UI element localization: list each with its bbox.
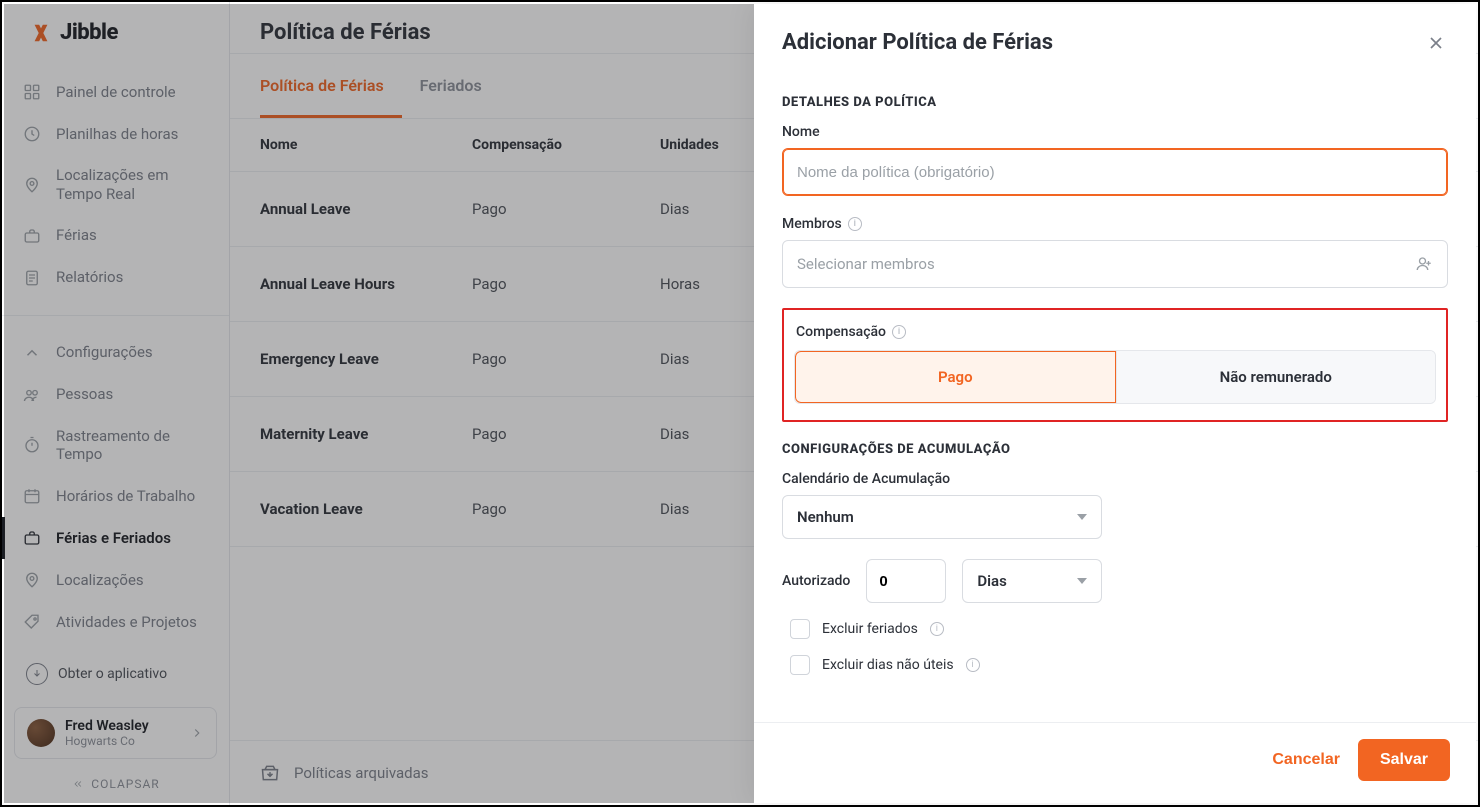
entitled-unit-value: Dias	[977, 572, 1006, 590]
report-icon	[22, 268, 42, 288]
sidebar-item-people[interactable]: Pessoas	[2, 374, 229, 416]
members-select[interactable]: Selecionar membros	[782, 240, 1448, 288]
collapse-label: COLAPSAR	[91, 777, 159, 791]
calendar-clock-icon	[22, 486, 42, 506]
accrual-calendar-value: Nenhum	[797, 508, 854, 526]
exclude-holidays-label: Excluir feriados	[822, 621, 918, 637]
collapse-button[interactable]: COLAPSAR	[2, 767, 229, 805]
add-person-icon	[1415, 255, 1433, 273]
user-org: Hogwarts Co	[65, 734, 149, 748]
sidebar-item-time-off-top[interactable]: Férias	[2, 215, 229, 257]
download-icon	[26, 663, 48, 685]
briefcase-icon	[22, 528, 42, 548]
sidebar-item-label: Localizações em Tempo Real	[56, 166, 209, 204]
briefcase-icon	[22, 226, 42, 246]
chevron-right-icon	[190, 726, 204, 740]
sidebar-item-organization[interactable]: Organização	[2, 643, 229, 653]
sidebar-item-live-locations[interactable]: Localizações em Tempo Real	[2, 155, 229, 215]
sidebar-item-label: Horários de Trabalho	[56, 487, 195, 506]
sidebar-item-dashboard[interactable]: Painel de controle	[2, 71, 229, 113]
compensation-segmented: Pago Não remunerado	[794, 350, 1436, 404]
info-icon[interactable]: i	[966, 658, 980, 672]
sidebar-item-label: Planilhas de horas	[56, 125, 178, 144]
policy-name-input[interactable]	[782, 148, 1448, 196]
accrual-calendar-label: Calendário de Acumulação	[782, 471, 1448, 487]
sidebar-item-time-off-holidays[interactable]: Férias e Feriados	[2, 517, 229, 559]
save-button[interactable]: Salvar	[1358, 739, 1450, 781]
chevron-up-icon	[22, 343, 42, 363]
pin-icon	[22, 175, 42, 195]
exclude-holidays-checkbox[interactable]	[790, 619, 810, 639]
chevron-down-icon	[1077, 578, 1087, 584]
sidebar-item-work-schedules[interactable]: Horários de Trabalho	[2, 475, 229, 517]
compensation-unpaid-option[interactable]: Não remunerado	[1116, 351, 1436, 403]
sidebar: Jibble Painel de controle Planilhas de h…	[2, 2, 230, 805]
info-icon[interactable]: i	[930, 622, 944, 636]
exclude-non-working-checkbox[interactable]	[790, 655, 810, 675]
logo-text: Jibble	[60, 20, 118, 45]
get-app-label: Obter o aplicativo	[58, 666, 167, 682]
get-app-button[interactable]: Obter o aplicativo	[14, 653, 217, 695]
user-name: Fred Weasley	[65, 718, 149, 734]
sidebar-item-activities-projects[interactable]: Atividades e Projetos	[2, 601, 229, 643]
stopwatch-icon	[22, 435, 42, 455]
accrual-calendar-select[interactable]: Nenhum	[782, 495, 1102, 539]
members-placeholder: Selecionar membros	[797, 255, 935, 273]
exclude-non-working-label: Excluir dias não úteis	[822, 657, 954, 673]
people-icon	[22, 385, 42, 405]
tag-icon	[22, 612, 42, 632]
compensation-paid-option[interactable]: Pago	[795, 351, 1116, 403]
tab-holidays[interactable]: Feriados	[402, 54, 500, 118]
clock-icon	[22, 124, 42, 144]
pin-icon	[22, 570, 42, 590]
entitled-value-input[interactable]	[866, 559, 946, 603]
sidebar-item-settings[interactable]: Configurações	[2, 332, 229, 374]
compensation-label: Compensação i	[794, 324, 1436, 340]
logo-icon	[30, 22, 52, 44]
sidebar-item-timesheets[interactable]: Planilhas de horas	[2, 113, 229, 155]
sidebar-item-label: Relatórios	[56, 268, 123, 287]
add-policy-drawer: Adicionar Política de Férias DETALHES DA…	[754, 4, 1476, 803]
tab-time-off-policy[interactable]: Política de Férias	[260, 54, 402, 118]
nav-primary: Painel de controle Planilhas de horas Lo…	[2, 63, 229, 307]
archive-icon	[260, 763, 280, 783]
info-icon[interactable]: i	[848, 217, 862, 231]
page-title: Política de Férias	[260, 20, 431, 45]
chevrons-left-icon	[71, 779, 85, 789]
sidebar-item-label: Atividades e Projetos	[56, 613, 197, 632]
archived-label: Políticas arquivadas	[294, 764, 429, 782]
sidebar-item-label: Férias	[56, 226, 97, 245]
sidebar-item-label: Localizações	[56, 571, 144, 590]
name-label: Nome	[782, 124, 1448, 140]
chevron-down-icon	[1077, 514, 1087, 520]
section-policy-details: DETALHES DA POLÍTICA	[782, 95, 1448, 110]
dashboard-icon	[22, 82, 42, 102]
section-accrual-settings: CONFIGURAÇÕES DE ACUMULAÇÃO	[782, 442, 1448, 457]
close-button[interactable]	[1424, 31, 1448, 55]
members-label: Membros i	[782, 216, 1448, 232]
col-name: Nome	[260, 137, 472, 153]
sidebar-item-label: Rastreamento de Tempo	[56, 427, 209, 465]
drawer-title: Adicionar Política de Férias	[782, 30, 1053, 55]
cancel-button[interactable]: Cancelar	[1272, 751, 1340, 769]
divider	[2, 315, 229, 316]
sidebar-item-time-tracking[interactable]: Rastreamento de Tempo	[2, 416, 229, 476]
sidebar-item-label: Pessoas	[56, 385, 113, 404]
sidebar-item-locations[interactable]: Localizações	[2, 559, 229, 601]
col-compensation: Compensação	[472, 137, 660, 153]
entitled-unit-select[interactable]: Dias	[962, 559, 1102, 603]
info-icon[interactable]: i	[892, 325, 906, 339]
avatar	[27, 719, 55, 747]
compensation-highlight-box: Compensação i Pago Não remunerado	[782, 308, 1448, 422]
close-icon	[1426, 33, 1446, 53]
sidebar-item-label: Painel de controle	[56, 83, 176, 102]
nav-settings: Configurações Pessoas Rastreamento de Te…	[2, 324, 229, 654]
sidebar-item-label: Férias e Feriados	[56, 529, 171, 548]
sidebar-item-label: Configurações	[56, 343, 153, 362]
sidebar-item-reports[interactable]: Relatórios	[2, 257, 229, 299]
entitled-label: Autorizado	[782, 573, 850, 589]
user-card[interactable]: Fred Weasley Hogwarts Co	[14, 707, 217, 759]
logo[interactable]: Jibble	[2, 2, 229, 63]
